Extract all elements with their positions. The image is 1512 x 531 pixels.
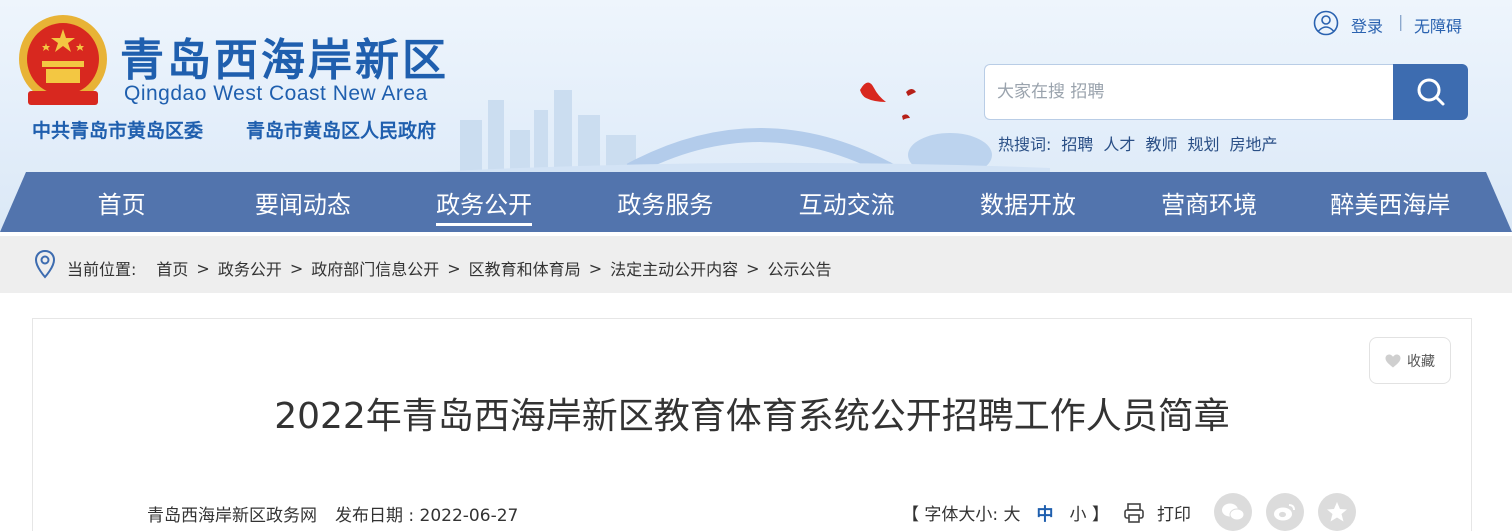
breadcrumb-separator: > (196, 258, 210, 278)
hot-word[interactable]: 规划 (1187, 131, 1219, 155)
nav-item-news[interactable]: 要闻动态 (213, 179, 393, 226)
org-party-committee: 中共青岛市黄岛区委 (32, 120, 204, 142)
login-link[interactable]: 登录 (1351, 13, 1383, 37)
hot-search-words: 热搜词: 招聘 人才 教师 规划 房地产 (998, 131, 1277, 155)
org-government: 青岛市黄岛区人民政府 (246, 120, 437, 142)
hot-word[interactable]: 招聘 (1061, 131, 1093, 155)
qzone-icon (1327, 502, 1347, 522)
share-qzone-button[interactable] (1318, 493, 1356, 531)
skyline-illustration (430, 90, 1050, 180)
font-size-control: 【 字体大小: 大 中 小 】 (902, 500, 1109, 525)
print-label: 打印 (1157, 505, 1191, 525)
breadcrumb-item[interactable]: 政务公开 (218, 256, 282, 280)
nav-item-interaction[interactable]: 互动交流 (757, 179, 937, 226)
link-separator: | (1398, 12, 1404, 31)
breadcrumb: 当前位置: 首页 > 政务公开 > 政府部门信息公开 > 区教育和体育局 > 法… (67, 256, 832, 280)
article-source: 青岛西海岸新区政务网 (147, 506, 317, 526)
font-size-large[interactable]: 【 字体大小: 大 (902, 500, 1021, 525)
breadcrumb-separator: > (746, 258, 760, 278)
hot-words-label: 热搜词: (998, 135, 1052, 154)
nav-label: 数据开放 (979, 190, 1076, 219)
printer-icon (1124, 502, 1144, 523)
hot-word[interactable]: 人才 (1103, 131, 1135, 155)
nav-label: 政务公开 (436, 190, 533, 226)
accessibility-link[interactable]: 无障碍 (1414, 13, 1462, 37)
favorite-button[interactable]: 收藏 (1369, 337, 1451, 384)
breadcrumb-separator: > (289, 258, 304, 278)
search-button[interactable] (1393, 64, 1468, 120)
nav-label: 政务服务 (617, 190, 714, 219)
weibo-icon (1274, 504, 1295, 521)
hot-word[interactable]: 房地产 (1229, 131, 1277, 155)
site-title-english: Qingdao West Coast New Area (124, 82, 428, 105)
article-meta: 青岛西海岸新区政务网 发布日期 : 2022-06-27 (147, 501, 518, 526)
site-title: 青岛西海岸新区 (120, 35, 449, 86)
breadcrumb-item[interactable]: 法定主动公开内容 (610, 256, 738, 280)
share-weibo-button[interactable] (1266, 493, 1304, 531)
breadcrumb-separator: > (447, 258, 461, 278)
font-size-small[interactable]: 小 】 (1070, 500, 1109, 525)
breadcrumb-separator: > (588, 258, 603, 278)
article-title: 2022年青岛西海岸新区教育体育系统公开招聘工作人员简章 (274, 396, 1230, 437)
breadcrumb-item[interactable]: 首页 (156, 256, 188, 280)
main-nav: 首页 要闻动态 政务公开 政务服务 互动交流 数据开放 营商环境 醉美西海岸 (0, 172, 1512, 232)
hot-word[interactable]: 教师 (1145, 131, 1177, 155)
birds-decoration (860, 82, 916, 120)
favorite-label: 收藏 (1407, 353, 1435, 370)
breadcrumb-label: 当前位置: (67, 260, 137, 279)
wechat-icon (1222, 503, 1245, 521)
font-size-medium[interactable]: 中 (1037, 500, 1054, 525)
nav-label: 要闻动态 (254, 190, 351, 219)
breadcrumb-item[interactable]: 政府部门信息公开 (311, 256, 439, 280)
nav-item-gov-affairs[interactable]: 政务公开 (394, 179, 574, 226)
site-header: 青岛西海岸新区 Qingdao West Coast New Area 中共青岛… (0, 0, 1512, 232)
share-wechat-button[interactable] (1214, 493, 1252, 531)
search-icon (1417, 78, 1444, 106)
nav-label: 互动交流 (798, 190, 895, 219)
nav-item-scenery[interactable]: 醉美西海岸 (1300, 179, 1480, 226)
breadcrumb-item[interactable]: 区教育和体育局 (469, 256, 581, 280)
nav-item-open-data[interactable]: 数据开放 (938, 179, 1118, 226)
nav-label: 营商环境 (1161, 190, 1258, 219)
emblem-icon (19, 15, 107, 105)
publish-date: 发布日期 : 2022-06-27 (335, 506, 519, 526)
nav-label: 醉美西海岸 (1330, 190, 1451, 219)
location-pin-icon (34, 249, 56, 279)
user-icon[interactable] (1313, 10, 1339, 36)
print-button[interactable]: 打印 (1123, 500, 1191, 525)
breadcrumb-item[interactable]: 公示公告 (768, 256, 832, 280)
nav-item-business[interactable]: 营商环境 (1119, 179, 1299, 226)
nav-item-home[interactable]: 首页 (32, 179, 212, 226)
search-input[interactable] (984, 64, 1394, 120)
nav-item-gov-services[interactable]: 政务服务 (575, 179, 755, 226)
nav-label: 首页 (97, 190, 146, 219)
heart-icon (1385, 354, 1401, 367)
